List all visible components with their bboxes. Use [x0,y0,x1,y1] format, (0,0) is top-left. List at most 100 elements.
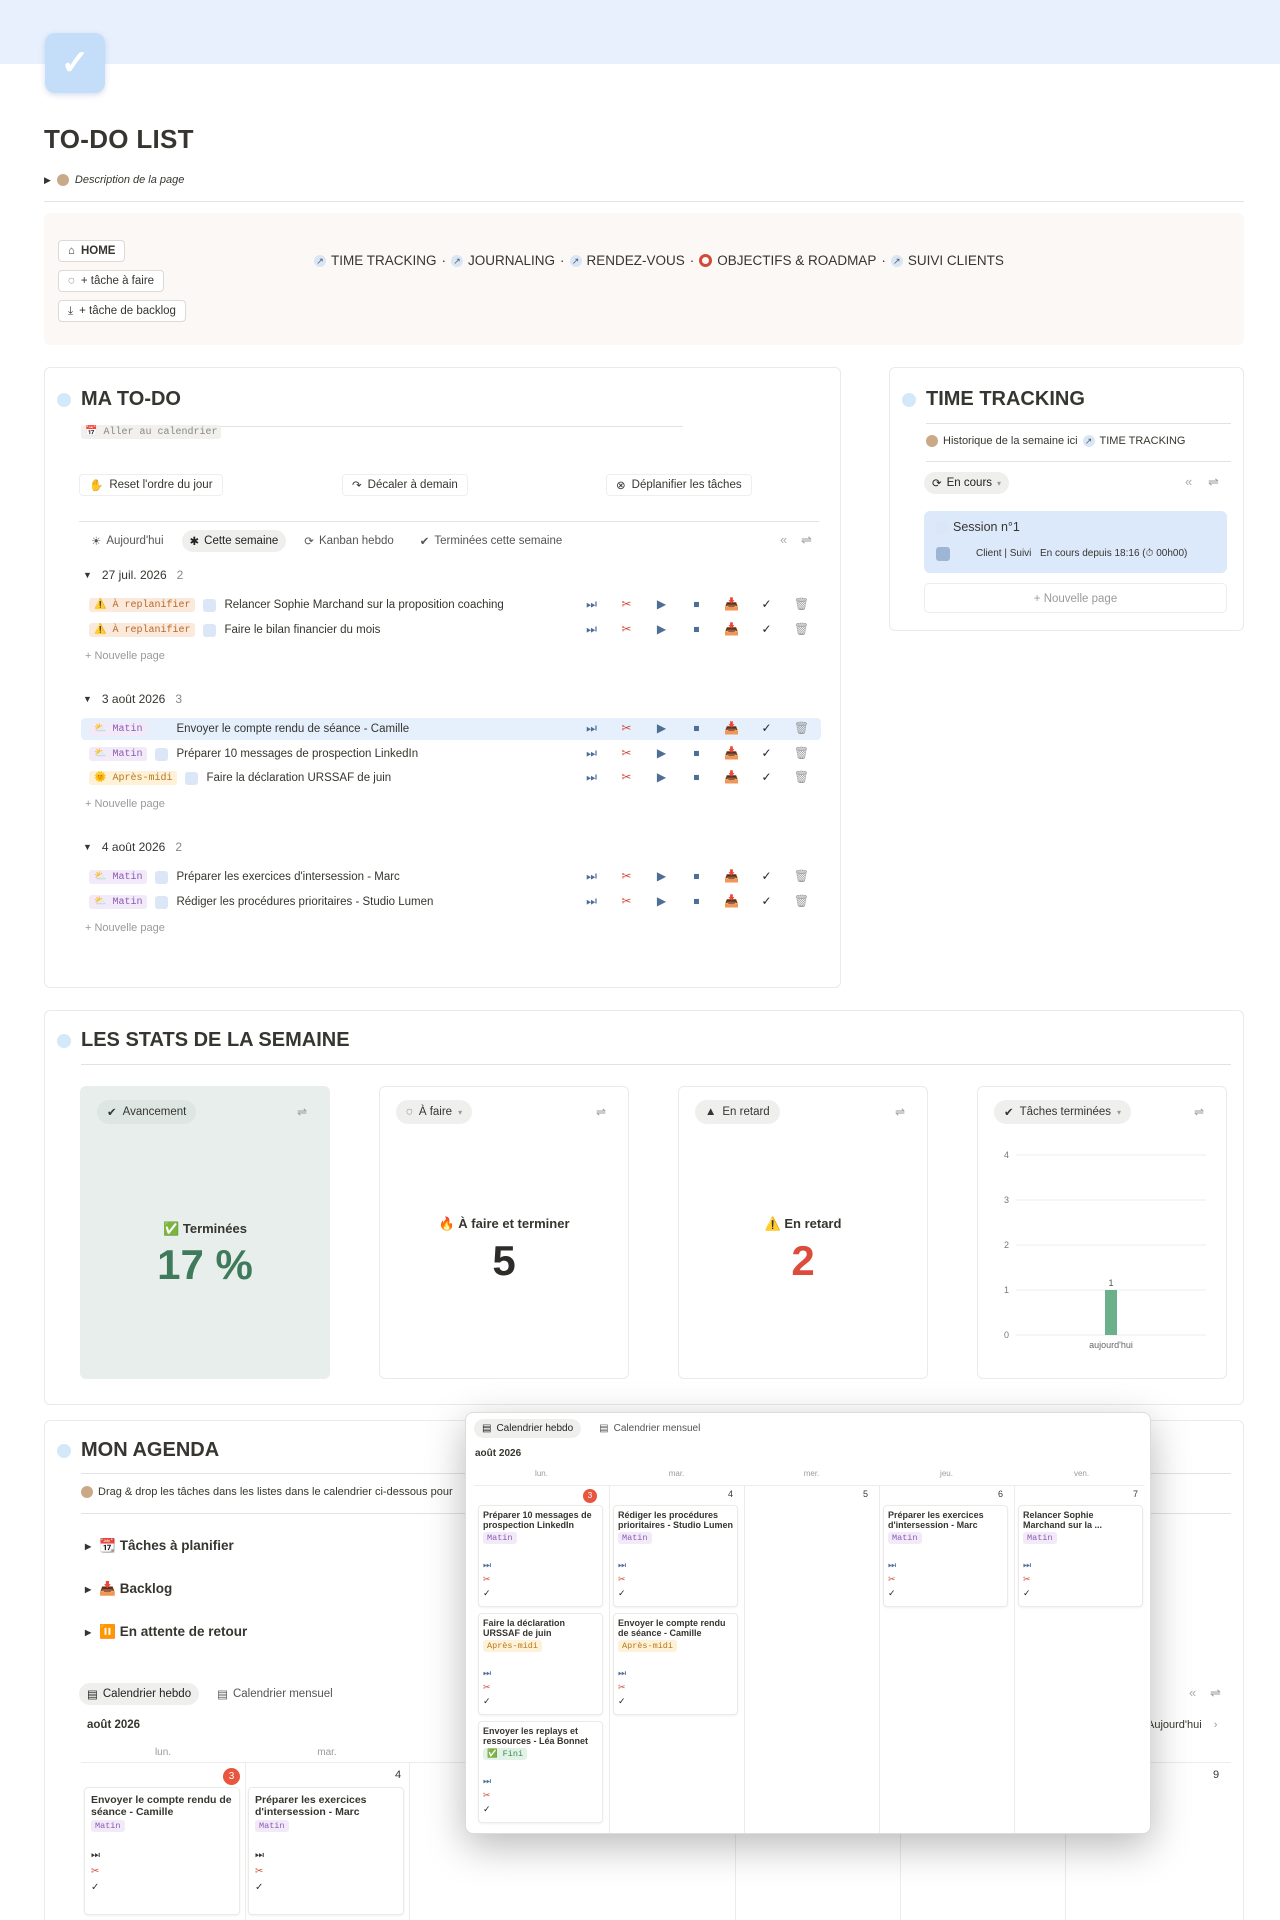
calendar-event[interactable]: Relancer Sophie Marchand sur la ... Matin… [1018,1505,1143,1607]
description-toggle[interactable]: ▶ Description de la page [44,174,184,186]
inbox-icon[interactable]: 📥 [714,770,749,785]
play-icon[interactable]: ▶ [644,721,679,736]
skip-icon[interactable]: ⏭ [618,1666,733,1680]
scissors-icon[interactable]: ✂ [1023,1572,1138,1586]
scissors-icon[interactable]: ✂ [609,770,644,785]
check-icon[interactable]: ✓ [483,1586,598,1600]
check-icon[interactable]: ✓ [888,1586,1003,1600]
stat-chip[interactable]: ✔ Avancement [97,1100,197,1124]
calendar-event[interactable]: Préparer 10 messages de prospection Link… [478,1505,603,1607]
tab-kanban-hebdo[interactable]: ⟳ Kanban hebdo [296,530,401,552]
unschedule-button[interactable]: ⊗ Déplanifier les tâches [606,474,752,496]
play-icon[interactable]: ▶ [644,894,679,909]
add-backlog-button[interactable]: ⤓ + tâche de backlog [58,300,186,322]
check-icon[interactable]: ✓ [483,1802,598,1816]
calendar-event[interactable]: Rédiger les procédures prioritaires - St… [613,1505,738,1607]
scissors-icon[interactable]: ✂ [483,1788,598,1802]
skip-icon[interactable]: ⏭ [574,894,609,909]
check-icon[interactable]: ✓ [618,1586,733,1600]
stat-chip[interactable]: ▲ En retard [695,1100,780,1124]
stop-icon[interactable]: ⏹ [679,869,714,884]
calendar-event[interactable]: Faire la déclaration URSSAF de juin Après… [478,1613,603,1715]
scissors-icon[interactable]: ✂ [483,1680,598,1694]
calendar-event[interactable]: Envoyer les replays et ressources - Léa … [478,1721,603,1823]
stop-icon[interactable]: ⏹ [679,894,714,909]
today-button[interactable]: Aujourd'hui [1147,1719,1202,1731]
stop-icon[interactable]: ⏹ [679,746,714,761]
toggle-backlog[interactable]: ▶ 📥 Backlog [85,1581,172,1597]
new-page-button[interactable]: + Nouvelle page [85,650,165,662]
group-header[interactable]: ▼ 3 août 2026 3 [83,692,182,706]
toggle-en-attente[interactable]: ▶ ⏸️ En attente de retour [85,1624,247,1640]
inbox-icon[interactable]: 📥 [714,869,749,884]
skip-icon[interactable]: ⏭ [483,1774,598,1788]
skip-icon[interactable]: ⏭ [1023,1558,1138,1572]
trash-icon[interactable]: 🗑 [784,894,819,909]
skip-icon[interactable]: ⏭ [91,1848,233,1864]
group-header[interactable]: ▼ 4 août 2026 2 [83,840,182,854]
nav-link-journaling[interactable]: JOURNALING [468,253,555,268]
home-button[interactable]: ⌂ HOME [58,240,126,262]
reset-order-button[interactable]: ✋ Reset l'ordre du jour [79,474,223,496]
skip-icon[interactable]: ⏭ [574,869,609,884]
nav-link-suivi-clients[interactable]: SUIVI CLIENTS [908,253,1004,268]
session-card[interactable]: Session n°1 Client | Suivi En cours depu… [924,511,1227,573]
collapse-icon[interactable]: « [1189,1685,1196,1700]
new-page-button[interactable]: + Nouvelle page [924,583,1227,613]
check-icon[interactable]: ✓ [749,597,784,612]
add-task-button[interactable]: ◌ + tâche à faire [58,270,165,292]
stop-icon[interactable]: ⏹ [679,597,714,612]
scissors-icon[interactable]: ✂ [91,1864,233,1880]
skip-icon[interactable]: ⏭ [574,721,609,736]
settings-sliders-icon[interactable]: ⇌ [801,532,812,548]
tab-cette-semaine[interactable]: ✱ Cette semaine [181,530,287,552]
inbox-icon[interactable]: 📥 [714,597,749,612]
check-icon[interactable]: ✓ [749,869,784,884]
inbox-icon[interactable]: 📥 [714,746,749,761]
stat-chip[interactable]: ◌ À faire ▾ [396,1100,473,1124]
check-icon[interactable]: ✓ [618,1694,733,1708]
scissors-icon[interactable]: ✂ [618,1680,733,1694]
trash-icon[interactable]: 🗑 [784,869,819,884]
tab-terminees[interactable]: ✔ Terminées cette semaine [412,530,570,552]
check-icon[interactable]: ✓ [749,721,784,736]
trash-icon[interactable]: 🗑 [784,746,819,761]
tab-calendrier-mensuel[interactable]: ▤ Calendrier mensuel [591,1419,708,1438]
skip-icon[interactable]: ⏭ [483,1666,598,1680]
check-icon[interactable]: ✓ [749,746,784,761]
play-icon[interactable]: ▶ [644,746,679,761]
settings-sliders-icon[interactable]: ⇌ [596,1105,606,1119]
scissors-icon[interactable]: ✂ [888,1572,1003,1586]
inbox-icon[interactable]: 📥 [714,894,749,909]
group-header[interactable]: ▼ 27 juil. 2026 2 [83,568,183,582]
check-icon[interactable]: ✓ [749,770,784,785]
skip-icon[interactable]: ⏭ [574,746,609,761]
new-page-button[interactable]: + Nouvelle page [85,798,165,810]
trash-icon[interactable]: 🗑 [784,770,819,785]
play-icon[interactable]: ▶ [644,622,679,637]
stat-chip[interactable]: ✔ Tâches terminées ▾ [994,1100,1132,1124]
new-page-button[interactable]: + Nouvelle page [85,922,165,934]
skip-icon[interactable]: ⏭ [574,622,609,637]
tab-aujourdhui[interactable]: ☀ Aujourd'hui [83,530,172,552]
calendar-event[interactable]: Envoyer le compte rendu de séance - Cami… [84,1787,240,1915]
scissors-icon[interactable]: ✂ [609,597,644,612]
tab-calendrier-hebdo[interactable]: ▤ Calendrier hebdo [474,1419,582,1438]
skip-icon[interactable]: ⏭ [618,1558,733,1572]
settings-sliders-icon[interactable]: ⇌ [297,1105,307,1119]
scissors-icon[interactable]: ✂ [483,1572,598,1586]
skip-icon[interactable]: ⏭ [255,1848,397,1864]
filter-en-cours[interactable]: ⟳ En cours ▾ [924,472,1010,494]
check-icon[interactable]: ✓ [749,894,784,909]
inbox-icon[interactable]: 📥 [714,622,749,637]
scissors-icon[interactable]: ✂ [609,894,644,909]
scissors-icon[interactable]: ✂ [609,746,644,761]
scissors-icon[interactable]: ✂ [609,721,644,736]
scissors-icon[interactable]: ✂ [255,1864,397,1880]
toggle-taches-a-planifier[interactable]: ▶ 📆 Tâches à planifier [85,1538,234,1554]
nav-link-objectifs[interactable]: OBJECTIFS & ROADMAP [717,253,876,268]
settings-sliders-icon[interactable]: ⇌ [1210,1685,1221,1701]
check-icon[interactable]: ✓ [1023,1586,1138,1600]
collapse-icon[interactable]: « [1185,474,1192,489]
play-icon[interactable]: ▶ [644,869,679,884]
